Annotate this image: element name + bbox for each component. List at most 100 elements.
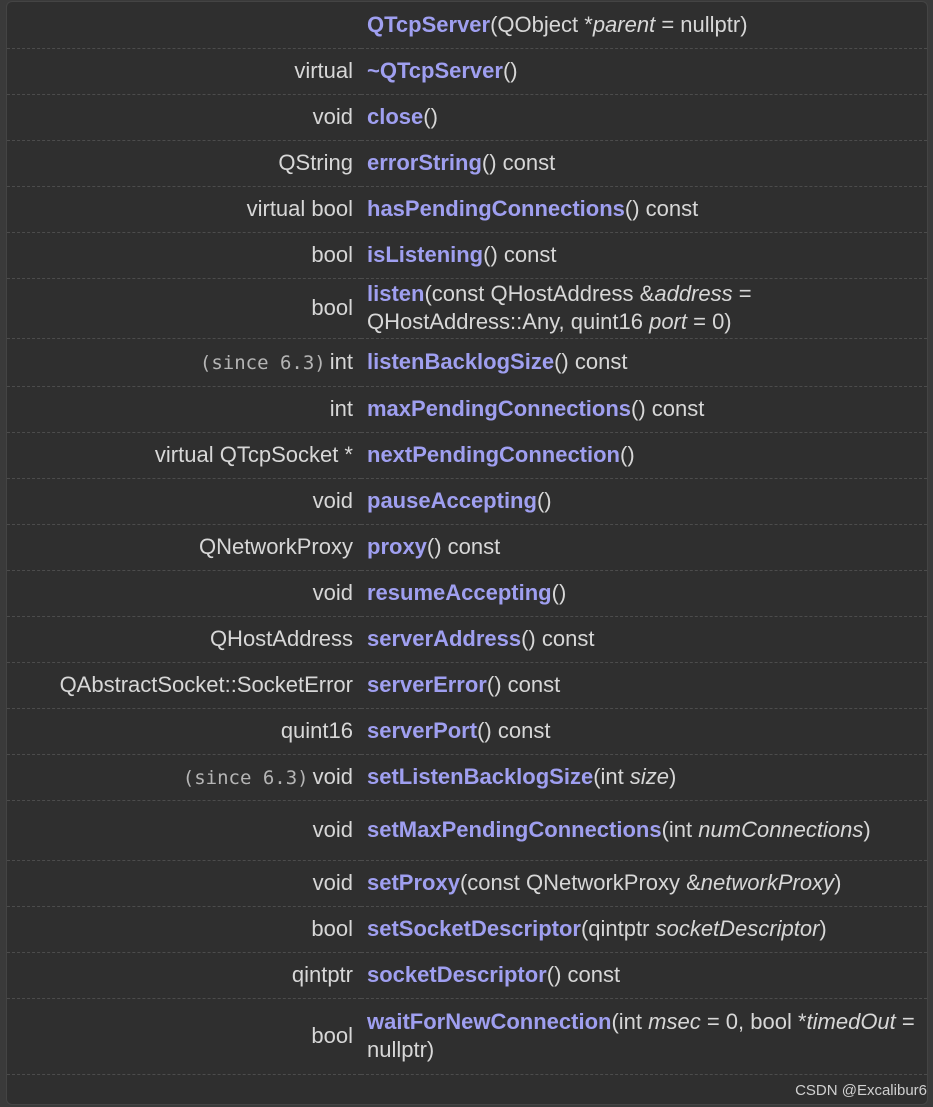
return-type: int (329, 349, 353, 374)
return-type-cell: QAbstractSocket::SocketError (7, 662, 361, 709)
function-name-link[interactable]: socketDescriptor (367, 962, 547, 987)
function-name-link[interactable]: resumeAccepting (367, 580, 552, 605)
member-function-table: QTcpServer(QObject *parent = nullptr) vir… (7, 2, 927, 1075)
signature-cell: waitForNewConnection(int msec = 0, bool … (361, 998, 927, 1075)
function-name-link[interactable]: QTcpServer (367, 12, 490, 37)
function-name-link[interactable]: serverError (367, 672, 487, 697)
table-row: bool isListening() const (7, 232, 927, 279)
function-name-link[interactable]: nextPendingConnection (367, 442, 620, 467)
signature-cell: listen(const QHostAddress &address = QHo… (361, 278, 927, 339)
table-row: bool listen(const QHostAddress &address =… (7, 278, 927, 339)
return-type: void (312, 104, 353, 129)
signature-cell: serverError() const (361, 662, 927, 709)
signature-cell: setListenBacklogSize(int size) (361, 754, 927, 801)
since-version-label: (since 6.3) (182, 767, 309, 789)
function-name-link[interactable]: isListening (367, 242, 483, 267)
return-type-cell: int (7, 386, 361, 433)
signature-text: (int (661, 817, 699, 842)
table-row: QTcpServer(QObject *parent = nullptr) (7, 2, 927, 49)
table-row: virtual ~QTcpServer() (7, 48, 927, 95)
function-name-link[interactable]: pauseAccepting (367, 488, 537, 513)
return-type: QString (278, 150, 353, 175)
return-type-cell: bool (7, 998, 361, 1075)
signature-text: () (620, 442, 635, 467)
signature-cell: listenBacklogSize() const (361, 338, 927, 387)
function-name-link[interactable]: waitForNewConnection (367, 1009, 611, 1034)
function-name-link[interactable]: setListenBacklogSize (367, 764, 593, 789)
return-type: bool (311, 916, 353, 941)
table-row: virtual bool hasPendingConnections() cons… (7, 186, 927, 233)
return-type: virtual bool (246, 196, 353, 221)
signature-cell: proxy() const (361, 524, 927, 571)
function-name-link[interactable]: serverPort (367, 718, 477, 743)
signature-text: ) (834, 870, 842, 895)
return-type-cell: QNetworkProxy (7, 524, 361, 571)
signature-cell: serverAddress() const (361, 616, 927, 663)
signature-text: ) (863, 817, 871, 842)
parameter-name: networkProxy (700, 870, 835, 895)
signature-text: (int (593, 764, 630, 789)
signature-text: (const QNetworkProxy & (459, 870, 701, 895)
parameter-name: size (629, 764, 669, 789)
signature-cell: ~QTcpServer() (361, 48, 927, 95)
function-name-link[interactable]: listen (367, 281, 424, 306)
signature-cell: setSocketDescriptor(qintptr socketDescri… (361, 906, 927, 953)
function-name-link[interactable]: hasPendingConnections (367, 196, 625, 221)
signature-text: (int (611, 1009, 649, 1034)
return-type: void (312, 488, 353, 513)
return-type-cell: bool (7, 278, 361, 339)
return-type: QNetworkProxy (198, 534, 353, 559)
watermark: CSDN @Excalibur6 (795, 1082, 927, 1099)
function-name-link[interactable]: ~QTcpServer (367, 58, 503, 83)
table-row: QAbstractSocket::SocketError serverError(… (7, 662, 927, 709)
signature-text: () const (426, 534, 501, 559)
signature-text: () (502, 58, 518, 83)
table-row: (since 6.3) void setListenBacklogSize(int … (7, 754, 927, 801)
signature-cell: close() (361, 94, 927, 141)
signature-text: = 0) (687, 309, 732, 334)
return-type-cell: void (7, 860, 361, 907)
parameter-name: port (649, 309, 687, 334)
signature-cell: QTcpServer(QObject *parent = nullptr) (361, 2, 927, 49)
function-name-link[interactable]: close (367, 104, 423, 129)
function-name-link[interactable]: setSocketDescriptor (367, 916, 581, 941)
table-row: QString errorString() const (7, 140, 927, 187)
return-type-cell: virtual bool (7, 186, 361, 233)
table-row: QNetworkProxy proxy() const (7, 524, 927, 571)
function-name-link[interactable]: proxy (367, 534, 427, 559)
parameter-name: parent (592, 11, 656, 37)
table-row: void close() (7, 94, 927, 141)
return-type: quint16 (280, 718, 353, 743)
signature-cell: maxPendingConnections() const (361, 386, 927, 433)
signature-text: () (423, 104, 438, 129)
table-row: (since 6.3) int listenBacklogSize() const (7, 338, 927, 387)
parameter-name: socketDescriptor (655, 916, 820, 941)
signature-cell: isListening() const (361, 232, 927, 279)
function-name-link[interactable]: listenBacklogSize (367, 349, 554, 374)
function-name-link[interactable]: errorString (367, 150, 482, 175)
function-name-link[interactable]: setProxy (367, 870, 460, 895)
function-name-link[interactable]: maxPendingConnections (367, 396, 631, 421)
return-type: bool (311, 242, 353, 267)
table-row: void resumeAccepting() (7, 570, 927, 617)
signature-text: () const (521, 626, 595, 651)
parameter-name: address (654, 281, 733, 306)
signature-cell: setMaxPendingConnections(int numConnecti… (361, 800, 927, 861)
table-row: int maxPendingConnections() const (7, 386, 927, 433)
table-row: bool setSocketDescriptor(qintptr socketDe… (7, 906, 927, 953)
return-type-cell: virtual (7, 48, 361, 95)
table-row: QHostAddress serverAddress() const (7, 616, 927, 663)
function-name-link[interactable]: serverAddress (367, 626, 521, 651)
table-row: void setProxy(const QNetworkProxy &networ… (7, 860, 927, 907)
return-type: void (312, 580, 353, 605)
return-type-cell: (since 6.3) int (7, 338, 361, 387)
return-type-cell: bool (7, 906, 361, 953)
return-type: bool (311, 295, 353, 320)
parameter-name: msec (648, 1009, 701, 1034)
function-name-link[interactable]: setMaxPendingConnections (367, 817, 662, 842)
signature-cell: errorString() const (361, 140, 927, 187)
signature-text: (qintptr (580, 916, 656, 941)
member-function-table-frame: QTcpServer(QObject *parent = nullptr) vir… (6, 1, 928, 1105)
return-type-cell: void (7, 94, 361, 141)
signature-text: ) (819, 916, 827, 941)
